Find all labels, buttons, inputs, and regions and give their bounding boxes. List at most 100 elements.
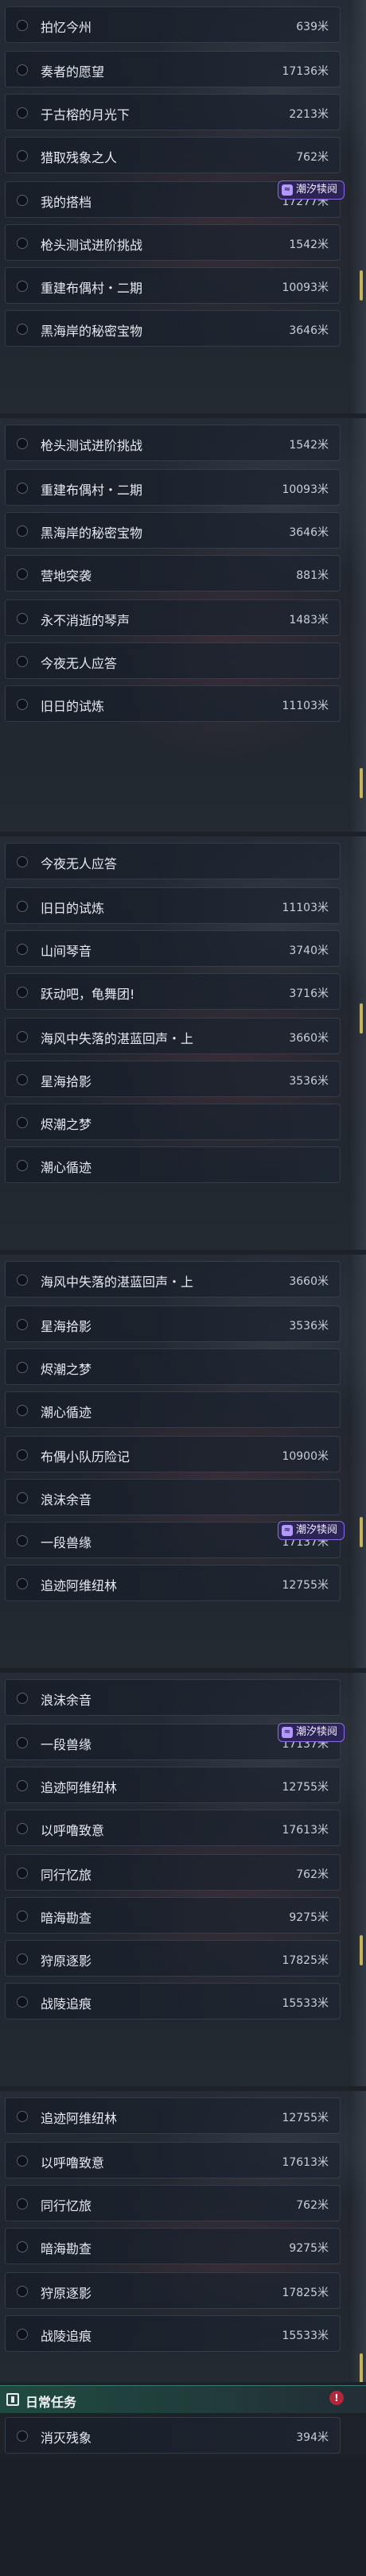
quest-status-icon (17, 238, 28, 249)
quest-distance: 881米 (296, 569, 329, 582)
quest-row[interactable]: 今夜无人应答 (5, 843, 341, 879)
quest-row[interactable]: 暗海勘查 9275米 (5, 2228, 341, 2264)
scrollbar-thumb[interactable] (360, 1517, 363, 1547)
quest-status-icon (17, 150, 28, 161)
quest-row[interactable]: 浪沫余音 (5, 1679, 341, 1716)
scrollbar-thumb[interactable] (360, 2353, 363, 2382)
daily-task-row[interactable]: 消灭残象 394米 (5, 2417, 341, 2454)
quest-status-icon (17, 483, 28, 494)
quest-row[interactable]: 一段兽缘 17137米 ≈ 潮汐犊阋 (5, 1521, 345, 1558)
quest-row[interactable]: 重建布偶村・二期 10093米 (5, 469, 341, 506)
quest-row[interactable]: 枪头测试进阶挑战 1542米 (5, 425, 341, 461)
quest-distance: 3660米 (289, 1032, 329, 1045)
alert-icon: ! (329, 2391, 344, 2405)
quest-tracker-screen: 拍忆今州 639米 奏者的愿望 17136米 于古榕的月光下 2213米 猎取残象之人 762… (0, 0, 366, 2576)
quest-row[interactable]: 营地突袭 881米 (5, 555, 341, 592)
quest-status-icon (17, 195, 28, 206)
quest-row[interactable]: 旧日的试炼 11103米 (5, 685, 341, 722)
quest-status-icon (17, 324, 28, 335)
tide-event-icon: ≈ (282, 184, 293, 196)
quest-row[interactable]: 猎取残象之人 762米 (5, 137, 341, 173)
quest-list-panel: 追迹阿维纽林 12755米 以呼噜致意 17613米 同行忆旅 762米 暗海勘查 9275米… (0, 2091, 366, 2382)
scrollbar-thumb[interactable] (360, 270, 363, 301)
quest-status-icon (17, 107, 28, 118)
quest-distance: 2213米 (289, 108, 329, 121)
quest-name: 旧日的试炼 (41, 699, 105, 714)
quest-row[interactable]: 潮心循迹 (5, 1146, 341, 1183)
quest-status-icon (17, 1953, 28, 1965)
quest-list-panel: 海风中失落的湛蓝回声・上 3660米 星海拾影 3536米烬潮之梦潮心循迹布偶小队历险… (0, 1255, 366, 1668)
quest-row[interactable]: 拍忆今州 639米 (5, 6, 341, 43)
quest-row[interactable]: 追迹阿维纽林 12755米 (5, 2097, 341, 2134)
quest-distance: 15533米 (282, 1997, 329, 2010)
quest-name: 旧日的试炼 (41, 901, 105, 916)
quest-name: 于古榕的月光下 (41, 107, 130, 122)
quest-row[interactable]: 以呼噜致意 17613米 (5, 1810, 341, 1846)
quest-distance: 1483米 (289, 614, 329, 627)
quest-row[interactable]: 跃动吧，龟舞团! 3716米 (5, 973, 341, 1010)
quest-distance: 12755米 (282, 1579, 329, 1592)
quest-row[interactable]: 星海拾影 3536米 (5, 1305, 341, 1342)
quest-row[interactable]: 黑海岸的秘密宝物 3646米 (5, 310, 341, 347)
quest-row[interactable]: 浪沫余音 (5, 1479, 341, 1515)
quest-name: 猎取残象之人 (41, 150, 118, 165)
quest-row[interactable]: 山间琴音 3740米 (5, 930, 341, 967)
quest-distance: 9275米 (289, 1911, 329, 1924)
quest-row[interactable]: 以呼噜致意 17613米 (5, 2142, 341, 2178)
quest-row[interactable]: 永不消逝的琴声 1483米 (5, 599, 341, 636)
quest-name: 跃动吧，龟舞团! (41, 987, 135, 1002)
quest-row[interactable]: 潮心循迹 (5, 1391, 341, 1428)
tide-event-badge: ≈ 潮汐犊阋 (278, 180, 345, 200)
quest-row[interactable]: 战陵追痕 15533米 (5, 1983, 341, 2019)
quest-row[interactable]: 星海拾影 3536米 (5, 1061, 341, 1097)
quest-status-icon (17, 1274, 28, 1286)
quest-row[interactable]: 于古榕的月光下 2213米 (5, 94, 341, 130)
quest-row[interactable]: 战陵追痕 15533米 (5, 2315, 341, 2352)
quest-name: 永不消逝的琴声 (41, 613, 130, 628)
quest-distance: 11103米 (282, 902, 329, 914)
quest-row[interactable]: 狩原逐影 17825米 (5, 2272, 341, 2309)
quest-distance: 1542米 (289, 439, 329, 452)
daily-task-distance: 394米 (296, 2431, 329, 2444)
quest-status-icon (17, 568, 28, 580)
tide-event-badge-label: 潮汐犊阋 (296, 1726, 338, 1738)
quest-distance: 10900米 (282, 1450, 329, 1463)
quest-distance: 762米 (296, 2199, 329, 2212)
quest-distance: 762米 (296, 1868, 329, 1881)
quest-row[interactable]: 烬潮之梦 (5, 1348, 341, 1385)
quest-row[interactable]: 旧日的试炼 11103米 (5, 887, 341, 924)
quest-distance: 17136米 (282, 65, 329, 78)
quest-status-icon (17, 1117, 28, 1128)
quest-distance: 10093米 (282, 483, 329, 496)
scrollbar-thumb[interactable] (360, 1935, 363, 1965)
quest-distance: 1542米 (289, 239, 329, 251)
quest-name: 枪头测试进阶挑战 (41, 238, 143, 253)
scrollbar-thumb[interactable] (360, 768, 363, 798)
quest-row[interactable]: 布偶小队历险记 10900米 (5, 1436, 341, 1472)
quest-row[interactable]: 我的搭档 17277米 ≈ 潮汐犊阋 (5, 180, 345, 218)
quest-name: 烬潮之梦 (41, 1362, 92, 1377)
quest-row[interactable]: 黑海岸的秘密宝物 3646米 (5, 512, 341, 549)
quest-row[interactable]: 一段兽缘 17137米 ≈ 潮汐犊阋 (5, 1723, 345, 1760)
scrollbar-thumb[interactable] (360, 1003, 363, 1034)
quest-row[interactable]: 今夜无人应答 (5, 642, 341, 679)
daily-tasks-header[interactable]: 日常任务 ! (0, 2385, 366, 2413)
quest-row[interactable]: 重建布偶村・二期 10093米 (5, 267, 341, 304)
quest-row[interactable]: 同行忆旅 762米 (5, 1854, 341, 1891)
tide-event-icon: ≈ (282, 1727, 293, 1738)
quest-status-icon (17, 1693, 28, 1704)
quest-row[interactable]: 追迹阿维纽林 12755米 (5, 1767, 341, 1803)
quest-status-icon (17, 2431, 28, 2442)
quest-row[interactable]: 追迹阿维纽林 12755米 (5, 1565, 341, 1601)
quest-name: 星海拾影 (41, 1319, 92, 1334)
tide-event-badge-label: 潮汐犊阋 (296, 184, 338, 196)
quest-row[interactable]: 同行忆旅 762米 (5, 2185, 341, 2221)
quest-row[interactable]: 海风中失落的湛蓝回声・上 3660米 (5, 1018, 341, 1054)
quest-row[interactable]: 暗海勘查 9275米 (5, 1897, 341, 1934)
quest-row[interactable]: 枪头测试进阶挑战 1542米 (5, 224, 341, 261)
quest-row[interactable]: 狩原逐影 17825米 (5, 1940, 341, 1977)
quest-row[interactable]: 奏者的愿望 17136米 (5, 51, 341, 87)
quest-row[interactable]: 烬潮之梦 (5, 1104, 341, 1140)
quest-status-icon (17, 1780, 28, 1791)
quest-row[interactable]: 海风中失落的湛蓝回声・上 3660米 (5, 1261, 341, 1298)
